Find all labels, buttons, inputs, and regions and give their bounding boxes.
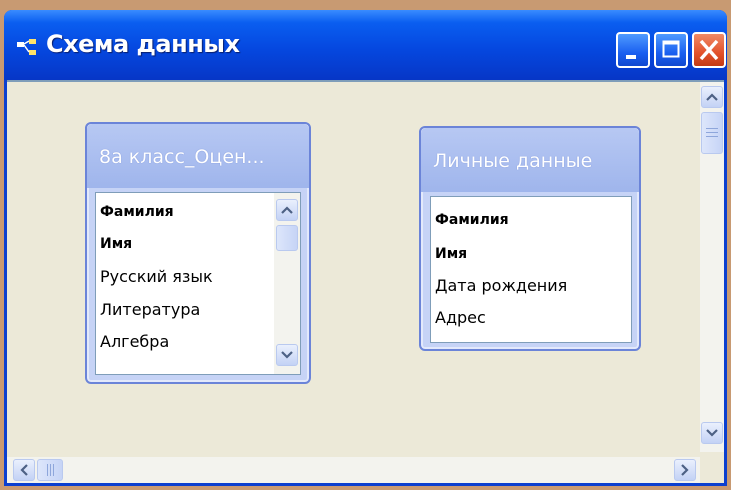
scroll-down-button[interactable]: [701, 422, 723, 444]
chevron-down-icon: [706, 429, 718, 437]
chevron-right-icon: [681, 464, 689, 476]
scroll-up-button[interactable]: [276, 199, 298, 221]
close-icon: [699, 39, 719, 61]
field-item[interactable]: Имя: [100, 231, 132, 257]
scroll-down-button[interactable]: [276, 344, 298, 366]
scroll-thumb[interactable]: [37, 459, 63, 481]
table-grades[interactable]: 8а класс_Оцен... Фамилия Имя Русский язы…: [85, 122, 311, 384]
table-title[interactable]: 8а класс_Оцен...: [87, 124, 309, 188]
field-item[interactable]: Фамилия: [100, 199, 174, 225]
field-list-scrollbar[interactable]: [274, 193, 300, 374]
table-title[interactable]: Личные данные: [421, 128, 639, 192]
scroll-left-button[interactable]: [13, 459, 35, 481]
scroll-thumb[interactable]: [701, 112, 723, 154]
diagram-area[interactable]: 8а класс_Оцен... Фамилия Имя Русский язы…: [7, 80, 724, 483]
table-title-text: 8а класс_Оцен...: [99, 146, 265, 168]
minimize-button[interactable]: [616, 32, 650, 68]
scroll-right-button[interactable]: [674, 459, 696, 481]
table-personal-data[interactable]: Личные данные Фамилия Имя Дата рождения …: [419, 126, 641, 351]
chevron-down-icon: [281, 351, 293, 359]
relationships-window: Схема данных 8а класс_Оцен... Фамилия Им…: [4, 10, 727, 486]
vertical-scrollbar[interactable]: [700, 82, 724, 452]
field-item[interactable]: Алгебра: [100, 329, 169, 355]
maximize-icon: [662, 40, 680, 58]
maximize-button[interactable]: [654, 32, 688, 68]
horizontal-scrollbar[interactable]: [7, 457, 700, 483]
field-item[interactable]: Литература: [100, 297, 200, 323]
field-item[interactable]: Имя: [435, 241, 467, 267]
scroll-thumb[interactable]: [276, 225, 298, 251]
field-item[interactable]: Адрес: [435, 305, 486, 331]
chevron-left-icon: [20, 464, 28, 476]
field-item[interactable]: Русский язык: [100, 264, 213, 290]
close-button[interactable]: [692, 32, 726, 68]
scrollbar-corner: [700, 459, 724, 483]
field-item[interactable]: Фамилия: [435, 207, 509, 233]
field-list[interactable]: Фамилия Имя Русский язык Литература Алге…: [95, 192, 301, 375]
table-title-text: Личные данные: [433, 150, 593, 172]
window-title: Схема данных: [46, 30, 240, 58]
chevron-up-icon: [706, 93, 718, 101]
relationships-icon: [17, 39, 36, 55]
field-item[interactable]: Дата рождения: [435, 273, 567, 299]
title-bar[interactable]: Схема данных: [4, 10, 727, 80]
chevron-up-icon: [281, 206, 293, 214]
minimize-icon: [626, 55, 636, 59]
field-list[interactable]: Фамилия Имя Дата рождения Адрес: [430, 196, 632, 343]
scroll-up-button[interactable]: [701, 86, 723, 108]
